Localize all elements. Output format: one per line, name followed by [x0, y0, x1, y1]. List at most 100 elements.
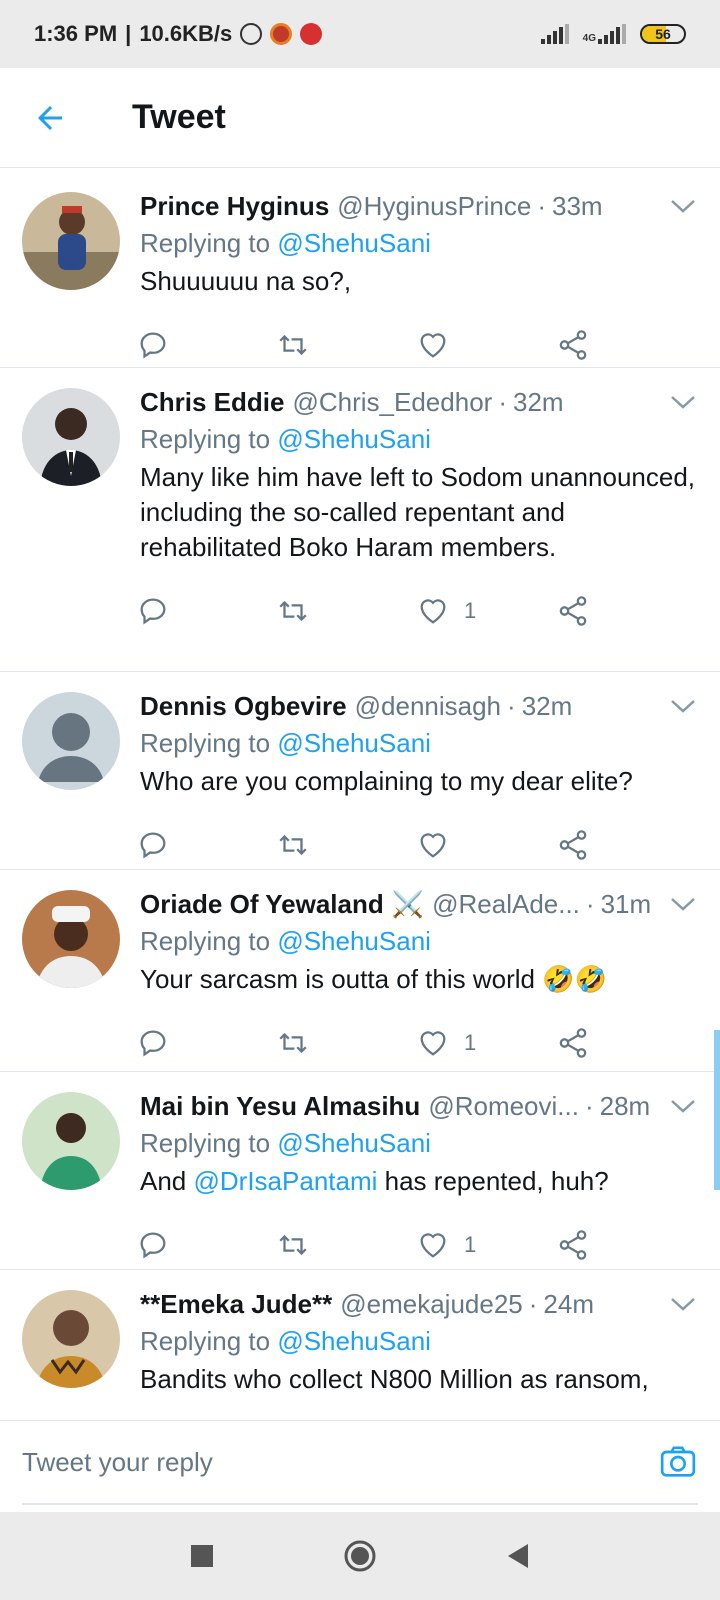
chevron-down-icon[interactable] [668, 194, 698, 218]
share-button[interactable] [556, 594, 696, 628]
avatar[interactable] [22, 388, 120, 486]
share-button[interactable] [556, 1228, 696, 1262]
author-name[interactable]: Dennis Ogbevire [140, 688, 347, 724]
avatar[interactable] [22, 890, 120, 988]
tweet-time: 31m [600, 889, 652, 919]
reply-button[interactable] [136, 1026, 276, 1060]
scrollbar[interactable] [714, 1030, 720, 1190]
reply-mention[interactable]: @ShehuSani [277, 1326, 431, 1356]
like-button[interactable] [416, 328, 556, 362]
tweet[interactable]: Dennis Ogbevire @dennisagh · 32m Replying t… [0, 672, 720, 870]
app-header: Tweet [0, 68, 720, 168]
reply-bar [0, 1420, 720, 1512]
share-button[interactable] [556, 1026, 696, 1060]
page-title: Tweet [132, 98, 226, 136]
reply-mention[interactable]: @ShehuSani [277, 424, 431, 454]
like-count: 1 [464, 1030, 477, 1055]
author-name[interactable]: **Emeka Jude** [140, 1286, 332, 1322]
chevron-down-icon[interactable] [668, 390, 698, 414]
like-button[interactable]: 1 [416, 594, 556, 628]
author-handle[interactable]: @Romeovi... [428, 1088, 579, 1124]
network-type: 4G [582, 33, 596, 44]
tweet-time: 32m [512, 387, 564, 417]
avatar[interactable] [22, 192, 120, 290]
author-name[interactable]: Mai bin Yesu Almasihu [140, 1088, 420, 1124]
author-handle[interactable]: @dennisagh [355, 688, 501, 724]
retweet-button[interactable] [276, 328, 416, 362]
tweet-text: Who are you complaining to my dear elite… [140, 766, 633, 796]
avatar[interactable] [22, 1092, 120, 1190]
like-icon [420, 333, 446, 358]
tweet-text-emoji: 🤣🤣 [542, 964, 607, 994]
replying-prefix: Replying to [140, 728, 271, 758]
avatar[interactable] [22, 1290, 120, 1388]
tweet-time: 33m [551, 191, 603, 221]
reply-button[interactable] [136, 594, 276, 628]
retweet-icon [279, 334, 307, 356]
reply-input[interactable] [22, 1446, 582, 1478]
retweet-icon [279, 1032, 307, 1054]
avatar[interactable] [22, 692, 120, 790]
chevron-down-icon[interactable] [668, 892, 698, 916]
like-button[interactable] [416, 828, 556, 862]
retweet-button[interactable] [276, 1228, 416, 1262]
chevron-down-icon[interactable] [668, 1292, 698, 1316]
camera-icon[interactable] [658, 1442, 698, 1482]
tweet[interactable]: Mai bin Yesu Almasihu @Romeovi... · 28m Rep… [0, 1072, 720, 1270]
share-button[interactable] [556, 828, 696, 862]
home-icon [344, 1540, 376, 1572]
retweet-icon [279, 600, 307, 622]
back-nav-button[interactable] [493, 1531, 543, 1581]
author-name[interactable]: Oriade Of Yewaland [140, 886, 384, 922]
tweet-time: 28m [599, 1091, 651, 1121]
reply-button[interactable] [136, 1228, 276, 1262]
reply-icon [140, 1232, 166, 1259]
author-handle[interactable]: @RealAde... [432, 886, 580, 922]
share-icon [559, 330, 587, 360]
like-icon [420, 833, 446, 858]
author-handle[interactable]: @HyginusPrince [337, 188, 531, 224]
replying-prefix: Replying to [140, 228, 271, 258]
tweet-text: Many like him have left to Sodom unannou… [140, 462, 696, 562]
reply-button[interactable] [136, 828, 276, 862]
author-handle[interactable]: @Chris_Ededhor [292, 384, 492, 420]
author-handle[interactable]: @emekajude25 [340, 1286, 523, 1322]
retweet-icon [279, 1234, 307, 1256]
author-name[interactable]: Chris Eddie [140, 384, 284, 420]
status-time: 1:36 PM [34, 21, 118, 46]
like-button[interactable]: 1 [416, 1228, 556, 1262]
share-icon [559, 596, 587, 626]
reply-icon [140, 332, 166, 359]
tweet-actions: 1 [136, 565, 696, 657]
replying-to: Replying to @ShehuSani [140, 224, 696, 262]
retweet-button[interactable] [276, 828, 416, 862]
tweet-text: Shuuuuuu na so?, [140, 266, 352, 296]
like-icon [420, 1233, 446, 1258]
home-button[interactable] [335, 1531, 385, 1581]
share-button[interactable] [556, 328, 696, 362]
tweet[interactable]: **Emeka Jude** @emekajude25 · 24m Replying … [0, 1270, 720, 1420]
recents-button[interactable] [177, 1531, 227, 1581]
network-speed: 10.6KB/s [139, 21, 233, 46]
reply-mention[interactable]: @ShehuSani [277, 926, 431, 956]
reply-mention[interactable]: @ShehuSani [277, 228, 431, 258]
reply-feed[interactable]: Prince Hyginus @HyginusPrince · 33m Replyin… [0, 172, 720, 1420]
tweet[interactable]: Chris Eddie @Chris_Ededhor · 32m Replying t… [0, 368, 720, 672]
author-name[interactable]: Prince Hyginus [140, 188, 329, 224]
text-mention[interactable]: @DrIsaPantami [194, 1166, 378, 1196]
battery-level: 56 [655, 26, 671, 42]
tweet[interactable]: Oriade Of Yewaland ⚔️ @RealAde... · 31m Repl… [0, 870, 720, 1072]
reply-mention[interactable]: @ShehuSani [277, 1128, 431, 1158]
like-button[interactable]: 1 [416, 1026, 556, 1060]
reply-mention[interactable]: @ShehuSani [277, 728, 431, 758]
tweet-time: 32m [521, 691, 573, 721]
replying-prefix: Replying to [140, 1326, 271, 1356]
retweet-button[interactable] [276, 1026, 416, 1060]
chevron-down-icon[interactable] [668, 1094, 698, 1118]
retweet-button[interactable] [276, 594, 416, 628]
chevron-down-icon[interactable] [668, 694, 698, 718]
back-button[interactable] [0, 68, 100, 168]
notification-app-icon-2 [300, 23, 323, 45]
tweet[interactable]: Prince Hyginus @HyginusPrince · 33m Replyin… [0, 172, 720, 368]
reply-button[interactable] [136, 328, 276, 362]
